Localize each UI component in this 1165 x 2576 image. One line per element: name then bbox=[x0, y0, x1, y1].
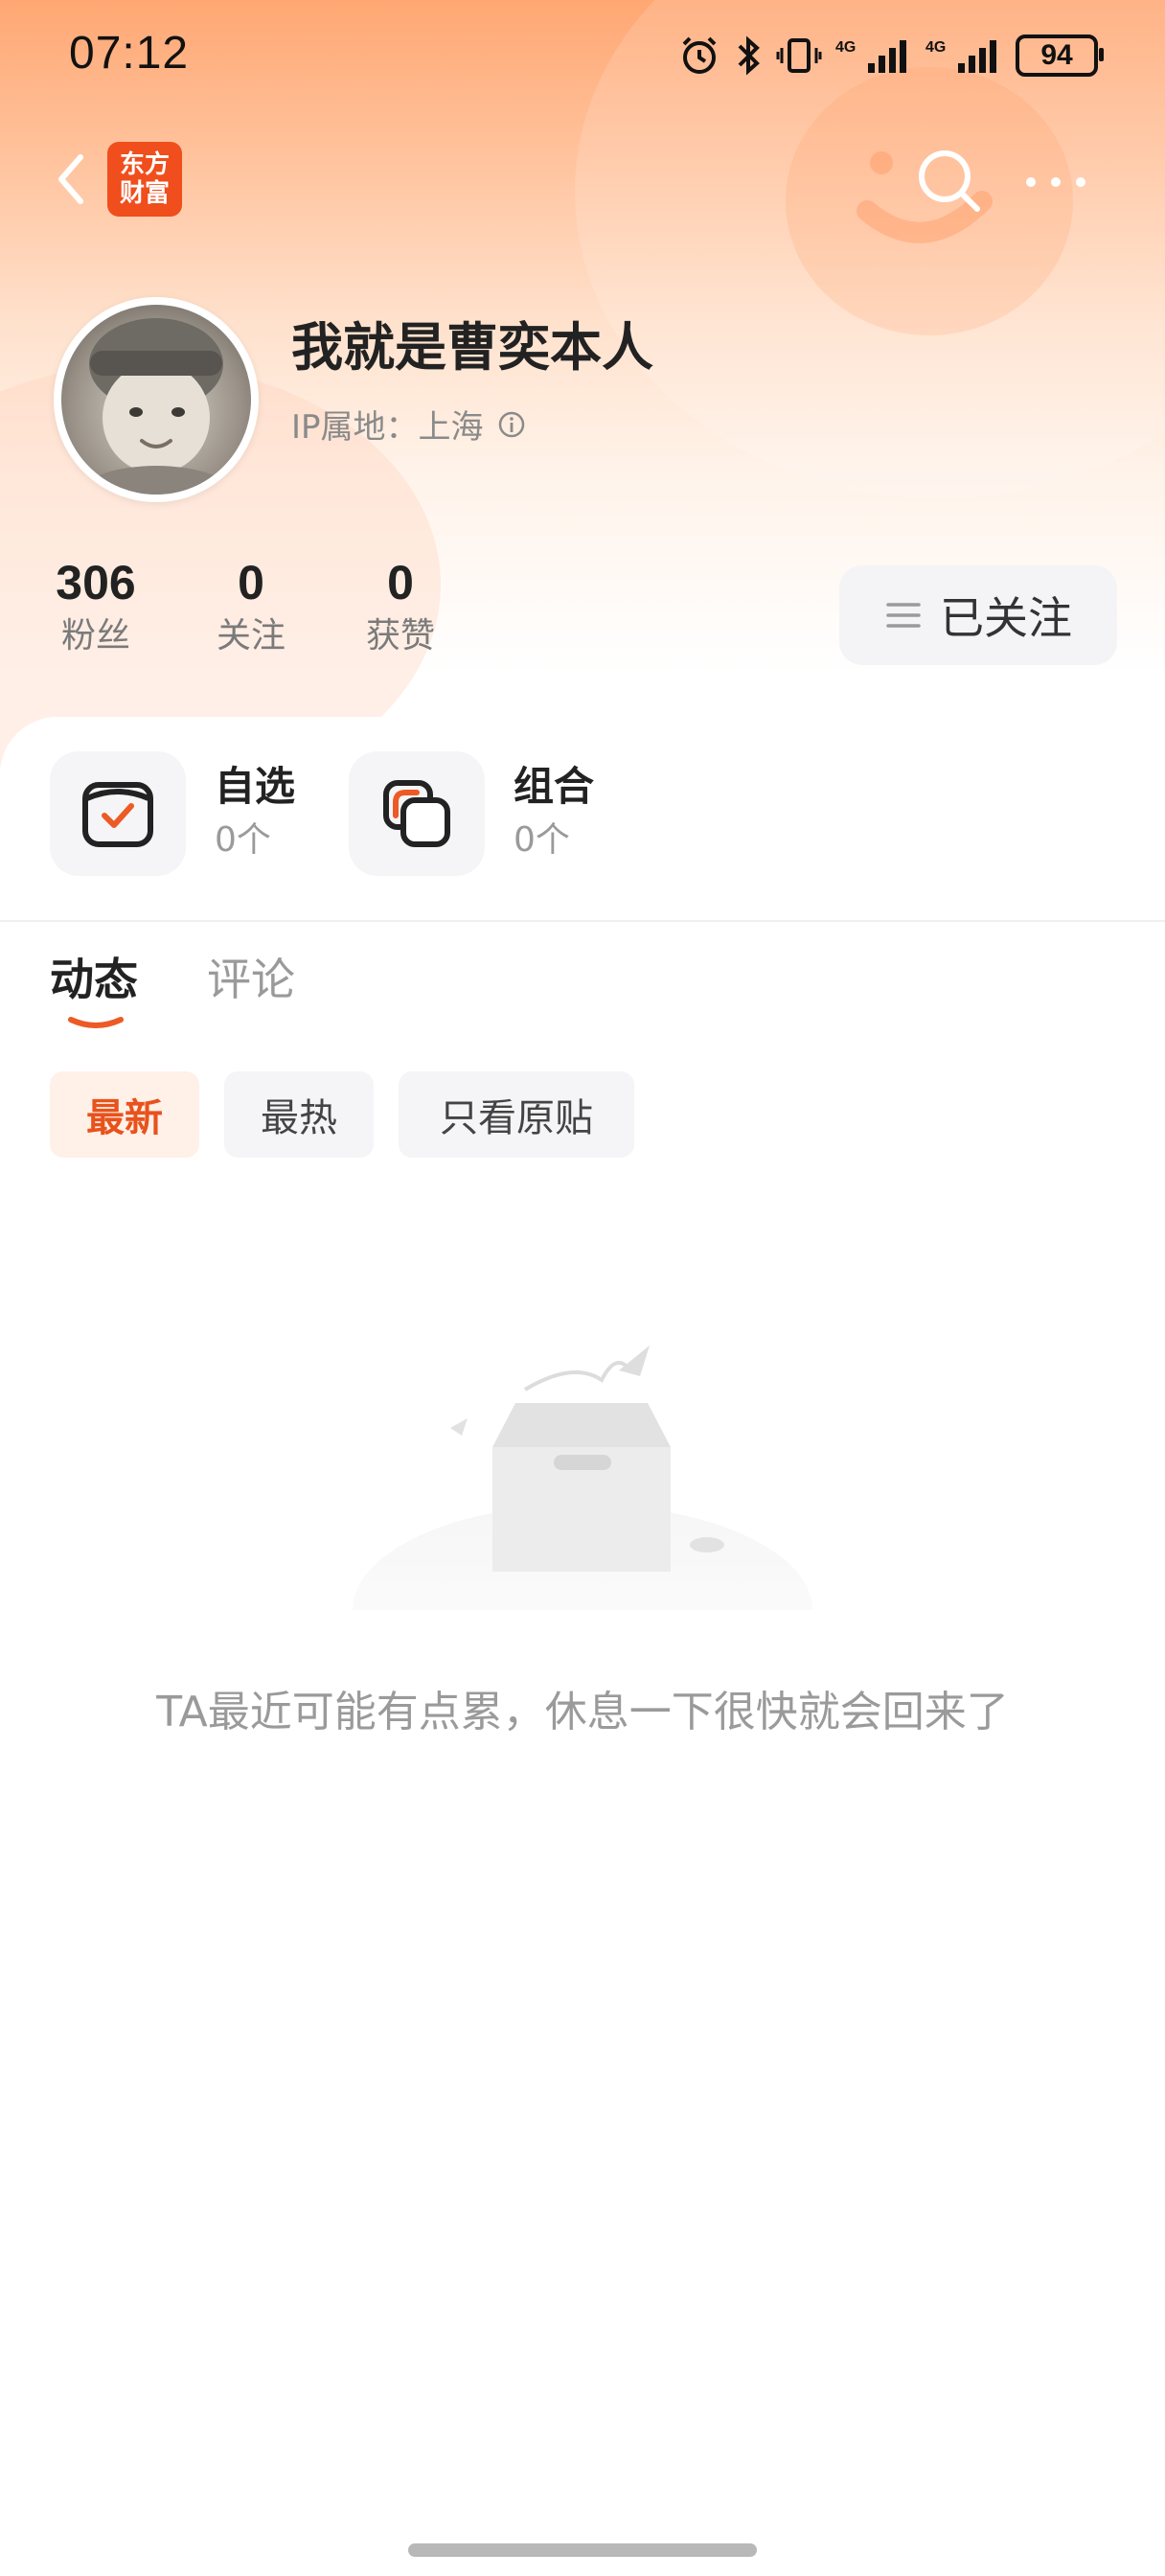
filter-hot[interactable]: 最热 bbox=[224, 1071, 374, 1158]
tab-comments[interactable]: 评论 bbox=[207, 951, 295, 1008]
stat-followers-value: 306 bbox=[56, 556, 136, 610]
stat-following[interactable]: 0 关注 bbox=[205, 554, 297, 661]
signal-4g-icon-2: 4G bbox=[925, 39, 996, 73]
stat-followers-label: 粉丝 bbox=[60, 616, 130, 656]
info-icon[interactable] bbox=[497, 410, 526, 439]
watchlist-count: 0个 bbox=[215, 820, 271, 860]
battery-indicator: 94 bbox=[1016, 34, 1104, 77]
tab-activity[interactable]: 动态 bbox=[50, 951, 138, 1008]
profile-screen: 07:12 4G 4G 94 东方 财富 我就是曹奕本人 IP属地：上海 306… bbox=[0, 0, 1165, 2576]
watchlist-title: 自选 bbox=[215, 763, 296, 810]
app-logo-line1: 东方 bbox=[119, 150, 170, 179]
stat-following-value: 0 bbox=[238, 556, 264, 610]
filter-original-only[interactable]: 只看原贴 bbox=[399, 1071, 634, 1158]
section-divider bbox=[0, 920, 1165, 922]
stat-followers[interactable]: 306 粉丝 bbox=[50, 554, 142, 661]
home-indicator[interactable] bbox=[408, 2543, 757, 2557]
stat-likes-label: 获赞 bbox=[365, 616, 435, 656]
menu-lines-icon bbox=[886, 603, 921, 628]
stat-following-label: 关注 bbox=[216, 616, 286, 656]
watchlist-entry[interactable]: 自选 0个 bbox=[50, 751, 295, 876]
more-options-icon[interactable] bbox=[1017, 158, 1094, 206]
back-button[interactable] bbox=[48, 146, 96, 213]
status-icons: 4G 4G 94 bbox=[678, 33, 1104, 79]
avatar-portrait bbox=[80, 318, 233, 494]
bluetooth-icon bbox=[738, 35, 760, 76]
vibrate-icon bbox=[776, 38, 822, 73]
status-bar: 07:12 4G 4G 94 bbox=[0, 0, 1165, 115]
ip-location: IP属地：上海 bbox=[291, 401, 526, 448]
watchlist-icon-box bbox=[50, 751, 186, 876]
portfolio-entry[interactable]: 组合 0个 bbox=[349, 751, 594, 876]
content-card bbox=[0, 717, 1165, 2576]
avatar-image bbox=[61, 305, 251, 494]
search-icon[interactable] bbox=[910, 142, 987, 218]
empty-state-message: TA最近可能有点累，休息一下很快就会回来了 bbox=[156, 1688, 1009, 1736]
username: 我就是曹奕本人 bbox=[291, 317, 653, 378]
empty-box-illustration bbox=[353, 1346, 812, 1610]
tab-active-indicator bbox=[68, 1017, 124, 1028]
portfolio-icon-box bbox=[349, 751, 485, 876]
portfolio-title: 组合 bbox=[514, 763, 595, 810]
checkbox-icon bbox=[82, 782, 153, 847]
app-logo[interactable]: 东方 财富 bbox=[107, 142, 182, 217]
stat-likes-value: 0 bbox=[387, 556, 414, 610]
ip-location-text: IP属地：上海 bbox=[291, 408, 484, 447]
followed-button-label: 已关注 bbox=[940, 592, 1072, 644]
signal-4g-icon: 4G bbox=[835, 39, 906, 73]
svg-text:4G: 4G bbox=[925, 39, 946, 56]
followed-button[interactable]: 已关注 bbox=[839, 565, 1117, 665]
stat-likes[interactable]: 0 获赞 bbox=[354, 554, 446, 661]
portfolio-count: 0个 bbox=[514, 820, 570, 860]
avatar[interactable] bbox=[54, 297, 259, 502]
svg-text:4G: 4G bbox=[835, 39, 856, 56]
app-logo-line2: 财富 bbox=[119, 179, 170, 208]
alarm-icon bbox=[682, 36, 717, 74]
filter-latest[interactable]: 最新 bbox=[50, 1071, 199, 1158]
portfolio-icon bbox=[383, 780, 450, 847]
status-time: 07:12 bbox=[69, 28, 190, 79]
